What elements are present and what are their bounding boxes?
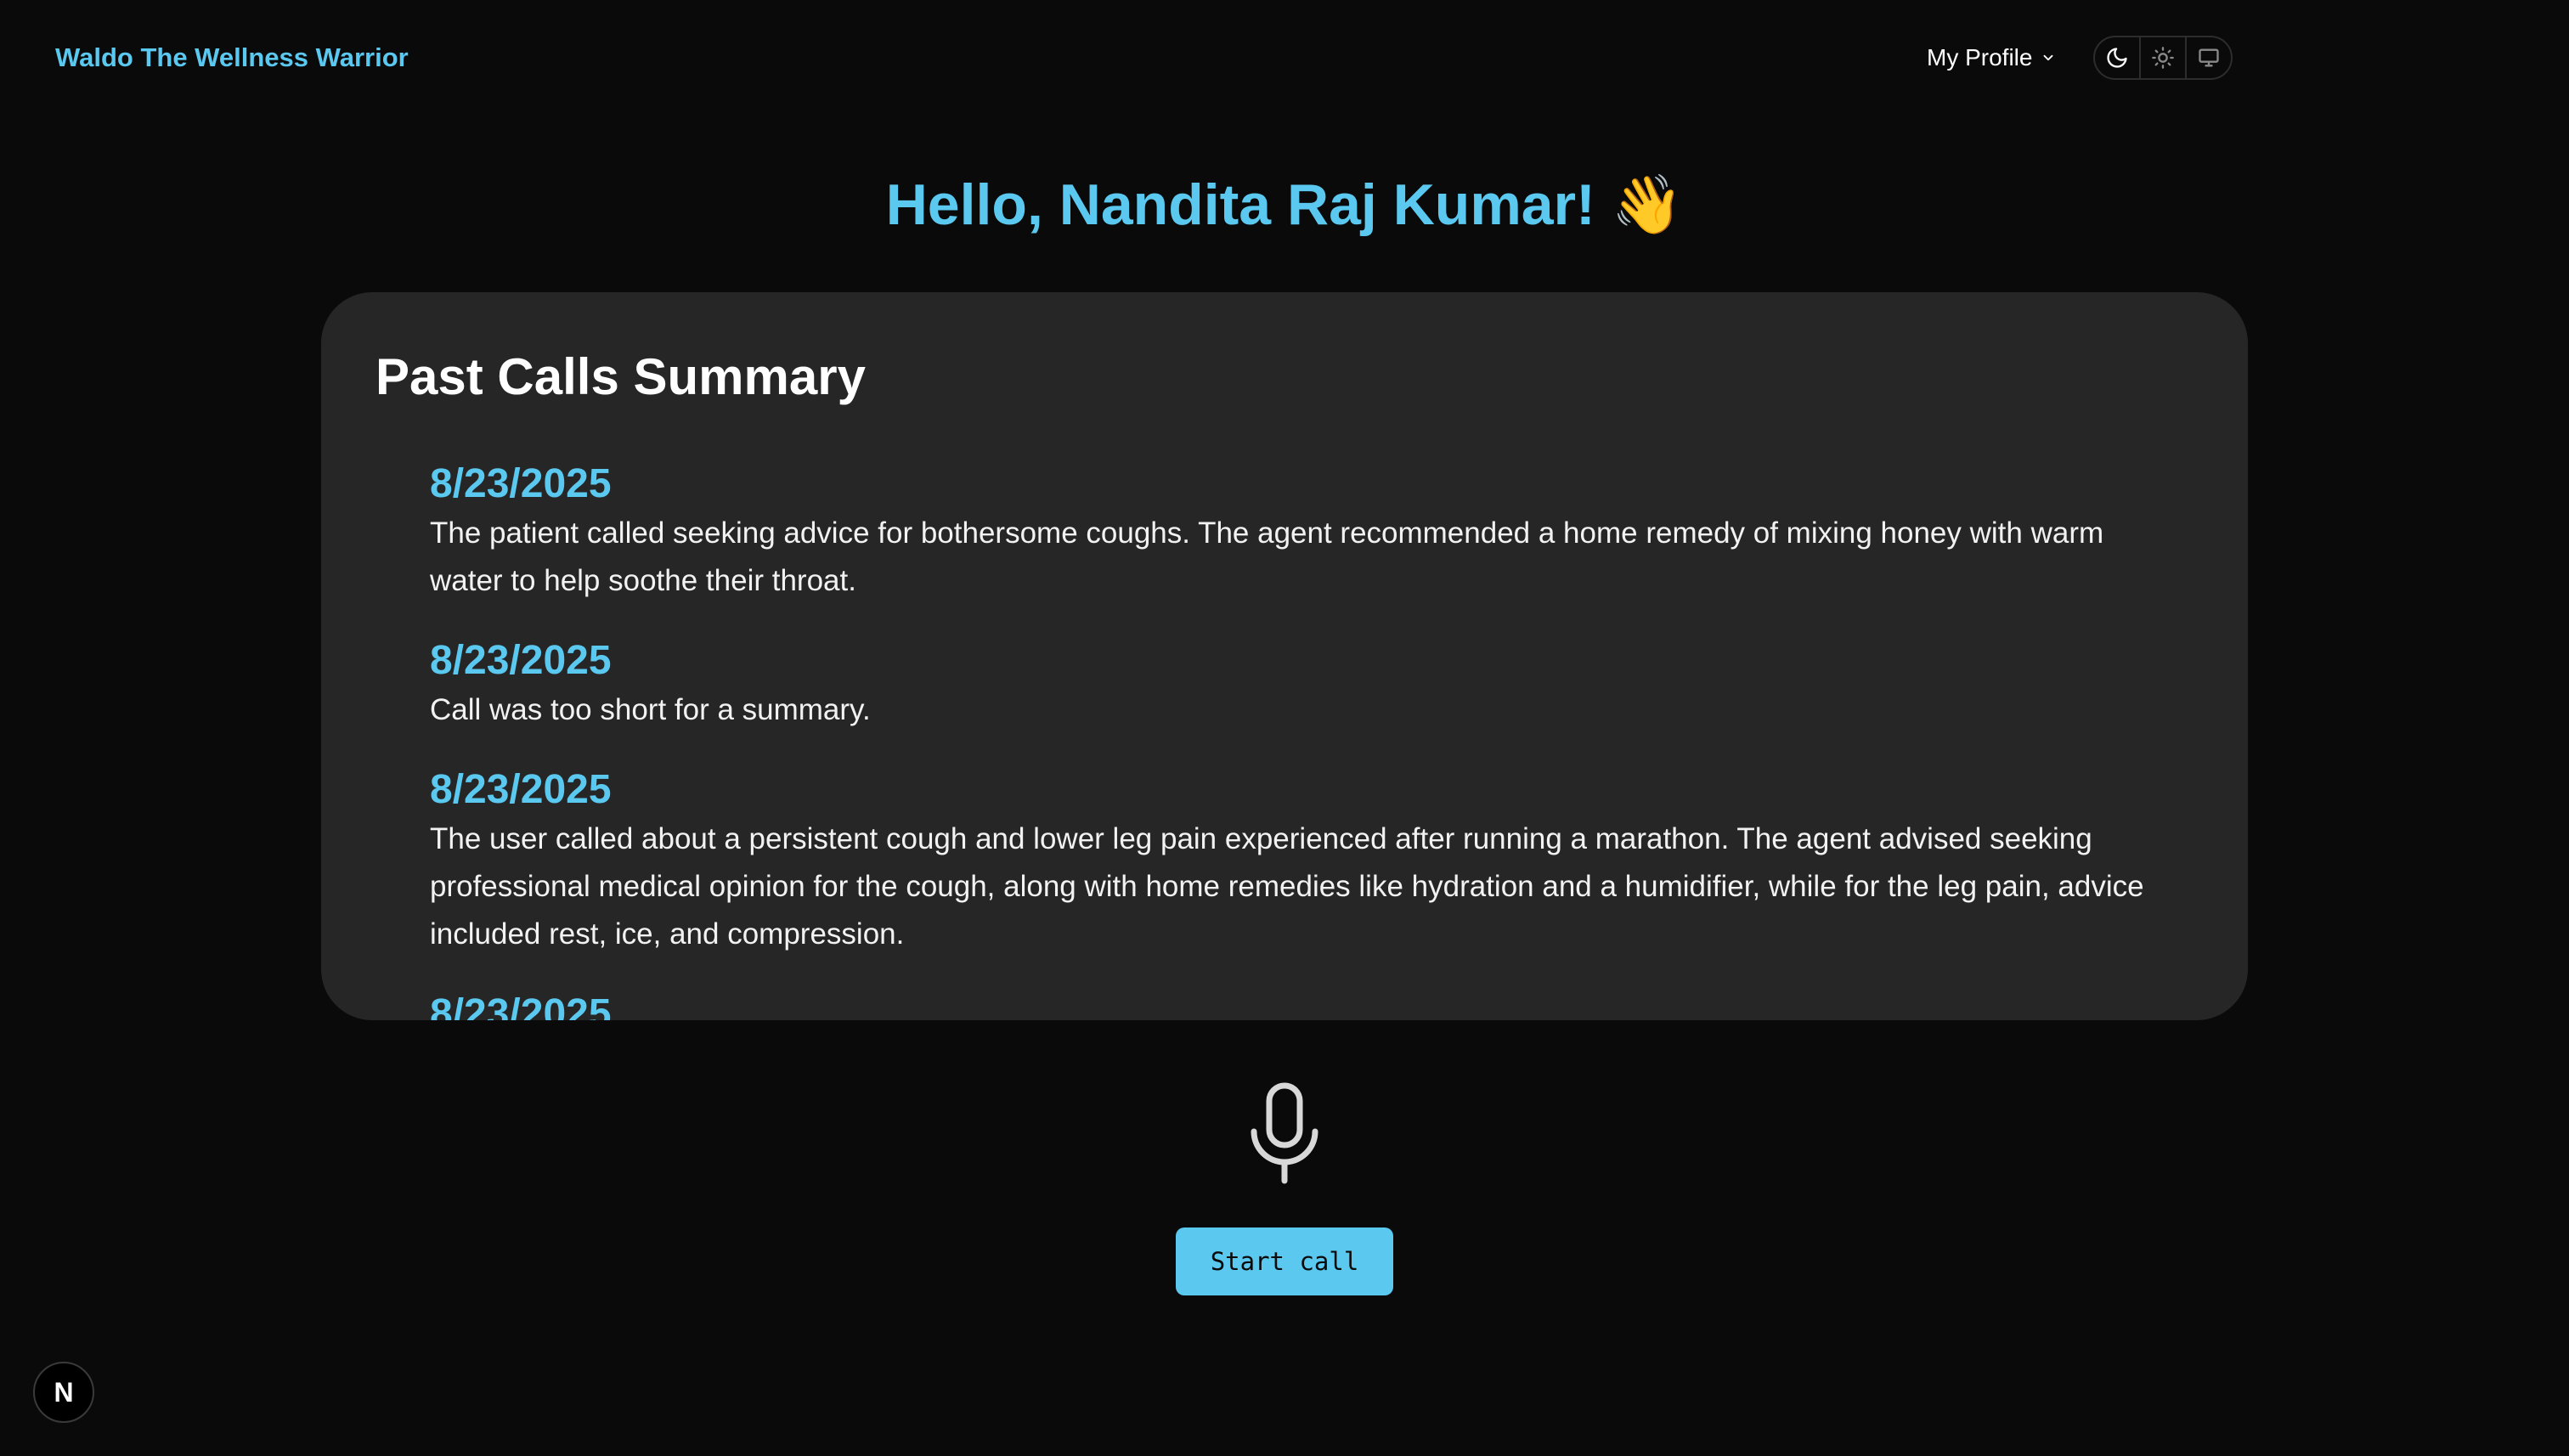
call-date: 8/23/2025 [430, 638, 612, 683]
call-date: 8/23/2025 [430, 767, 612, 812]
start-call-button[interactable]: Start call [1176, 1227, 1393, 1295]
past-calls-title: Past Calls Summary [375, 348, 866, 405]
past-calls-list: 8/23/2025 The patient called seeking adv… [430, 459, 2154, 1020]
list-item: 8/23/2025 The patient called seeking adv… [430, 459, 2154, 605]
microphone-icon [1251, 1082, 1318, 1184]
call-summary: Call was too short for a summary. [430, 693, 871, 726]
monitor-icon [2199, 48, 2219, 67]
call-date: 8/23/2025 [430, 991, 612, 1020]
chevron-down-icon [2044, 54, 2053, 61]
theme-light-button[interactable] [2141, 37, 2187, 78]
call-summary: The patient called seeking advice for bo… [430, 516, 2104, 597]
theme-switcher [2093, 36, 2233, 80]
profile-label: My Profile [1927, 44, 2033, 71]
call-date: 8/23/2025 [430, 461, 612, 506]
theme-system-button[interactable] [2187, 37, 2231, 78]
list-item: 8/23/2025 The user called about a persis… [430, 765, 2154, 958]
profile-menu-button[interactable]: My Profile [1927, 39, 2056, 76]
call-summary: The user called about a persistent cough… [430, 822, 2144, 951]
brand-link[interactable]: Waldo The Wellness Warrior [55, 39, 409, 76]
dev-tools-badge[interactable]: N [33, 1362, 94, 1423]
greeting-heading: Hello, Nandita Raj Kumar! 👋 [885, 172, 1684, 237]
past-calls-card[interactable]: Past Calls Summary 8/23/2025 The patient… [321, 292, 2248, 1020]
list-item: 8/23/2025 Call was too short for a summa… [430, 635, 2154, 734]
moon-icon [2107, 48, 2127, 68]
theme-dark-button[interactable] [2095, 37, 2141, 78]
microphone-button[interactable] [1242, 1082, 1327, 1184]
page: Waldo The Wellness Warrior My Profile He… [0, 0, 2569, 1456]
sun-icon [2152, 47, 2174, 69]
list-item: 8/23/2025 [430, 989, 2154, 1020]
